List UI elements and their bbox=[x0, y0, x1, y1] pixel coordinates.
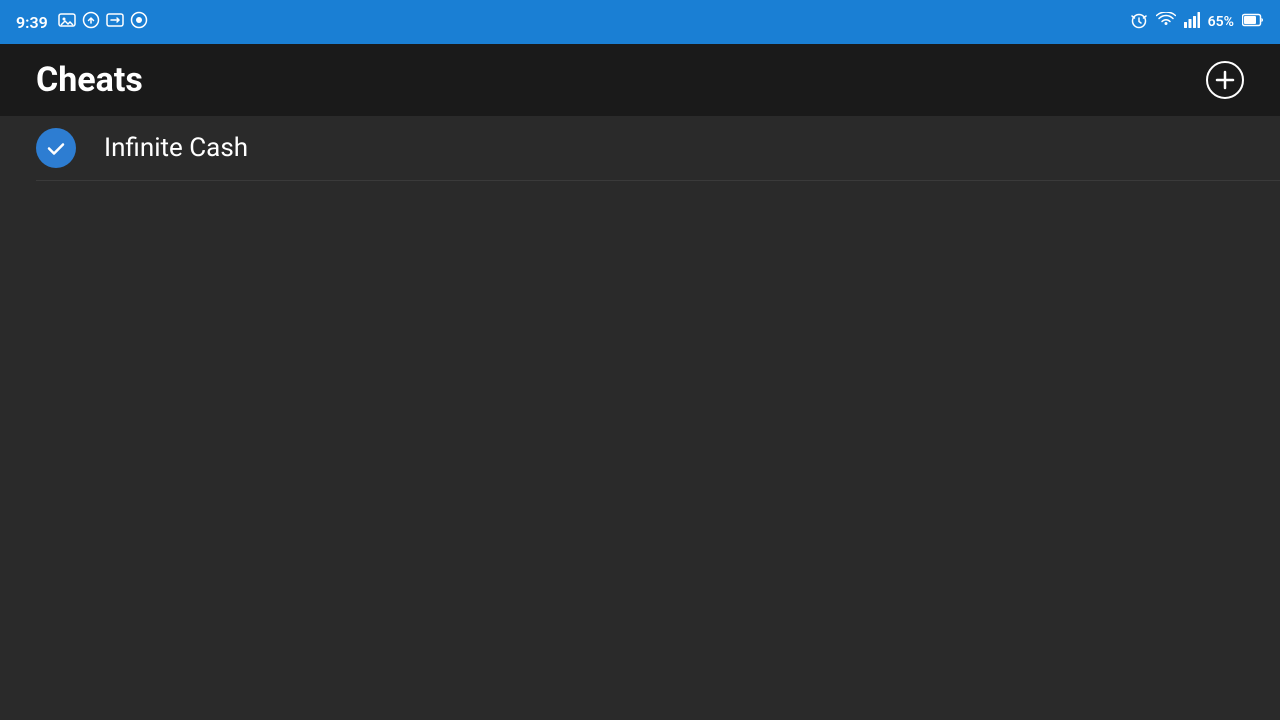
page-title: Cheats bbox=[36, 60, 143, 100]
status-icons bbox=[58, 11, 148, 33]
app-icon bbox=[130, 11, 148, 33]
plus-icon bbox=[1214, 69, 1236, 91]
signal-icon bbox=[1184, 12, 1200, 32]
status-time: 9:39 bbox=[16, 13, 48, 32]
battery-icon bbox=[1242, 13, 1264, 31]
cheat-name: Infinite Cash bbox=[104, 133, 248, 163]
app-header: Cheats bbox=[0, 44, 1280, 116]
list-divider bbox=[36, 180, 1280, 181]
status-bar-right: 65% bbox=[1130, 11, 1264, 33]
wifi-icon bbox=[1156, 12, 1176, 32]
alarm-icon bbox=[1130, 11, 1148, 33]
upload-icon bbox=[82, 11, 100, 33]
status-bar-left: 9:39 bbox=[16, 11, 148, 33]
cheats-list: Infinite Cash bbox=[0, 116, 1280, 181]
add-cheat-button[interactable] bbox=[1206, 61, 1244, 99]
checkmark-icon bbox=[45, 137, 67, 159]
list-item[interactable]: Infinite Cash bbox=[0, 116, 1280, 180]
image-icon bbox=[58, 12, 76, 32]
status-bar: 9:39 bbox=[0, 0, 1280, 44]
battery-percentage: 65% bbox=[1208, 14, 1234, 30]
transfer-icon bbox=[106, 13, 124, 31]
cheat-enabled-icon bbox=[36, 128, 76, 168]
